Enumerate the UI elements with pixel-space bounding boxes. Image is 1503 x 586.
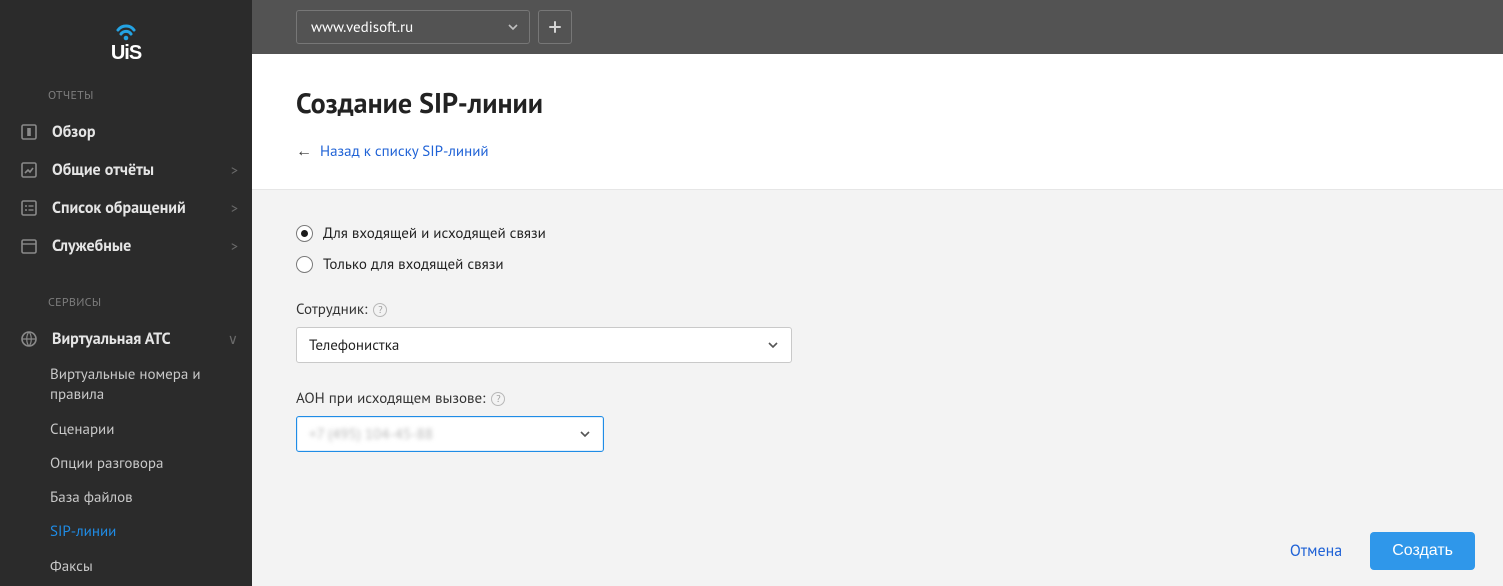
nav-label: Обзор xyxy=(52,122,238,142)
nav-label: Список обращений xyxy=(52,198,217,218)
nav-sub-virtual-numbers[interactable]: Виртуальные номера и правила xyxy=(0,358,252,413)
plus-icon xyxy=(548,20,562,34)
field-label-text: Сотрудник: xyxy=(296,300,367,319)
add-site-button[interactable] xyxy=(538,10,572,44)
chevron-right-icon: > xyxy=(231,199,238,217)
arrow-left-icon: ← xyxy=(296,141,312,161)
nav-sub-file-base[interactable]: База файлов xyxy=(0,481,252,515)
radio-icon xyxy=(296,225,313,242)
page-head: Создание SIP-линии ← Назад к списку SIP-… xyxy=(252,54,1503,189)
nav-sub-sip-lines[interactable]: SIP-линии xyxy=(0,515,252,549)
nav-sub-talk-options[interactable]: Опции разговора xyxy=(0,447,252,481)
list-icon xyxy=(20,199,38,217)
chevron-down-icon xyxy=(767,339,779,351)
aon-select-value: +7 (495) 104-45-88 xyxy=(309,425,433,444)
nav-sub-scenarios[interactable]: Сценарии xyxy=(0,413,252,447)
radio-incoming-only[interactable]: Только для входящей связи xyxy=(296,255,1459,274)
calendar-icon xyxy=(20,237,38,255)
radio-label: Только для входящей связи xyxy=(323,255,504,274)
site-select[interactable]: www.vedisoft.ru xyxy=(296,10,530,44)
employee-select-value: Телефонистка xyxy=(309,336,399,355)
topbar: www.vedisoft.ru xyxy=(252,0,1503,54)
logo: UiS xyxy=(0,12,252,80)
nav-label: Виртуальная АТС xyxy=(52,329,214,349)
nav-overview[interactable]: Обзор xyxy=(0,113,252,151)
back-link-row[interactable]: ← Назад к списку SIP-линий xyxy=(296,141,1459,161)
chevron-right-icon: > xyxy=(231,161,238,179)
aon-select[interactable]: +7 (495) 104-45-88 xyxy=(296,416,604,452)
field-label-text: АОН при исходящем вызове: xyxy=(296,389,485,408)
chart-icon xyxy=(20,161,38,179)
chevron-down-icon xyxy=(507,21,519,33)
cancel-button[interactable]: Отмена xyxy=(1290,541,1342,561)
create-button[interactable]: Создать xyxy=(1370,532,1475,570)
nav-common-reports[interactable]: Общие отчёты > xyxy=(0,151,252,189)
chevron-down-icon xyxy=(579,428,591,440)
radio-both-directions[interactable]: Для входящей и исходящей связи xyxy=(296,224,1459,243)
employee-select[interactable]: Телефонистка xyxy=(296,327,792,363)
help-icon[interactable]: ? xyxy=(491,392,505,406)
form-footer: Отмена Создать xyxy=(1290,532,1475,570)
nav-sub-fax[interactable]: Факсы xyxy=(0,550,252,584)
overview-icon xyxy=(20,123,38,141)
field-aon: АОН при исходящем вызове: ? +7 (495) 104… xyxy=(296,389,1459,452)
main: www.vedisoft.ru Создание SIP-линии ← Наз… xyxy=(252,0,1503,586)
nav-requests-list[interactable]: Список обращений > xyxy=(0,189,252,227)
site-select-value: www.vedisoft.ru xyxy=(311,18,413,37)
field-employee: Сотрудник: ? Телефонистка xyxy=(296,300,1459,363)
nav-service-reports[interactable]: Служебные > xyxy=(0,227,252,265)
nav-label: Общие отчёты xyxy=(52,160,217,180)
help-icon[interactable]: ? xyxy=(373,303,387,317)
radio-icon xyxy=(296,256,313,273)
radio-label: Для входящей и исходящей связи xyxy=(323,224,546,243)
sidebar-section-reports: ОТЧЕТЫ xyxy=(0,80,252,113)
sidebar-section-services: СЕРВИСЫ xyxy=(0,287,252,320)
nav-virtual-pbx[interactable]: Виртуальная АТС ∨ xyxy=(0,320,252,358)
globe-icon xyxy=(20,330,38,348)
page-title: Создание SIP-линии xyxy=(296,84,1459,121)
svg-text:UiS: UiS xyxy=(111,42,142,62)
sidebar: UiS ОТЧЕТЫ Обзор Общие отчёты > Список о… xyxy=(0,0,252,586)
back-link-text: Назад к списку SIP-линий xyxy=(320,142,489,161)
nav-label: Служебные xyxy=(52,236,217,256)
chevron-down-icon: ∨ xyxy=(228,330,238,348)
form-body: Для входящей и исходящей связи Только дл… xyxy=(252,189,1503,586)
chevron-right-icon: > xyxy=(231,237,238,255)
